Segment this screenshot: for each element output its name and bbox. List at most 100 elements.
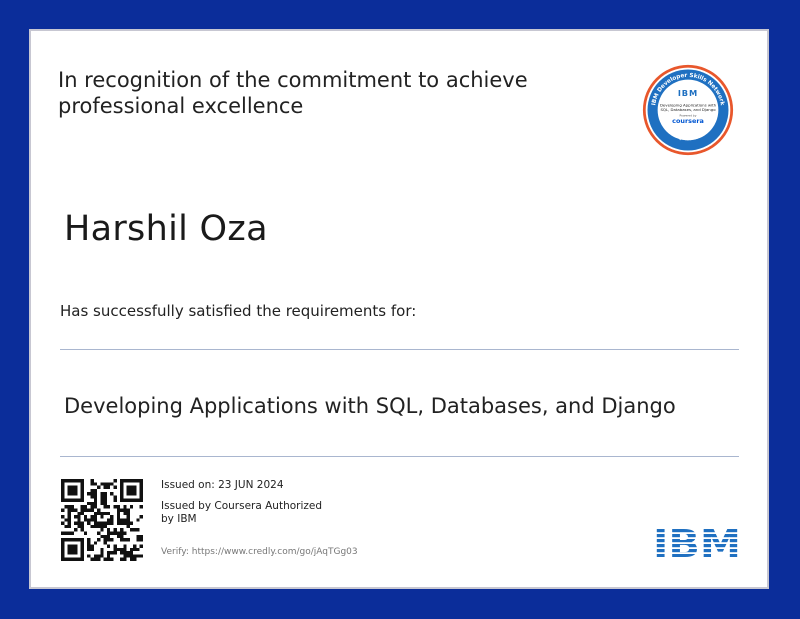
qr-module <box>93 541 98 545</box>
qr-module <box>100 501 104 506</box>
qr-module <box>93 524 98 529</box>
qr-module <box>77 498 81 502</box>
qr-module <box>67 544 71 548</box>
ibm-logo-text: IBM <box>653 524 741 560</box>
qr-module <box>93 482 98 486</box>
qr-module <box>74 547 78 552</box>
qr-module <box>136 534 140 539</box>
qr-module <box>136 498 140 502</box>
qr-module <box>90 482 94 486</box>
qr-module <box>90 501 94 506</box>
qr-module <box>116 518 121 522</box>
qr-module <box>129 554 134 558</box>
qr-module <box>100 551 104 555</box>
qr-module <box>123 518 127 522</box>
qr-code[interactable] <box>61 479 143 561</box>
qr-module <box>100 495 104 499</box>
qr-module <box>70 479 75 483</box>
qr-module <box>120 547 124 552</box>
qr-module <box>113 551 117 555</box>
qr-module <box>120 488 124 493</box>
qr-module <box>103 492 107 496</box>
qr-module <box>106 538 111 542</box>
qr-module <box>100 547 104 552</box>
qr-module <box>103 501 107 506</box>
qr-module <box>83 508 88 512</box>
qr-module <box>80 524 84 529</box>
qr-module <box>74 515 78 519</box>
qr-module <box>90 544 94 548</box>
qr-module <box>106 521 111 525</box>
qr-module <box>80 528 84 532</box>
qr-module <box>126 485 130 489</box>
qr-module <box>103 505 107 509</box>
qr-module <box>139 498 143 502</box>
qr-module <box>106 482 111 486</box>
qr-module <box>120 557 124 561</box>
qr-module <box>93 554 98 558</box>
qr-module <box>70 538 75 542</box>
qr-module <box>97 557 101 561</box>
qr-module <box>103 534 107 539</box>
qr-module <box>116 531 121 535</box>
qr-module <box>87 541 91 545</box>
qr-module <box>90 524 94 529</box>
qr-module <box>120 495 124 499</box>
qr-module <box>87 554 91 558</box>
qr-module <box>87 518 91 522</box>
verify-link[interactable]: Verify: https://www.credly.com/go/jAqTGg… <box>161 547 358 557</box>
qr-module <box>116 508 121 512</box>
qr-module <box>110 551 114 555</box>
qr-module <box>136 547 140 552</box>
qr-module <box>97 511 101 516</box>
qr-module <box>113 495 117 499</box>
certificate-heading: In recognition of the commitment to achi… <box>58 68 528 118</box>
qr-module <box>139 492 143 496</box>
qr-module <box>120 498 124 502</box>
qr-module <box>87 544 91 548</box>
qr-module <box>139 554 143 558</box>
qr-module <box>120 551 124 555</box>
qr-module <box>67 498 71 502</box>
qr-module <box>110 518 114 522</box>
qr-module <box>80 485 84 489</box>
qr-module <box>139 505 143 509</box>
qr-module <box>136 538 140 542</box>
qr-module <box>67 538 71 542</box>
qr-module <box>110 557 114 561</box>
qr-module <box>67 488 71 493</box>
qr-module <box>110 521 114 525</box>
qr-module <box>123 554 127 558</box>
qr-module <box>123 531 127 535</box>
qr-module <box>67 485 71 489</box>
qr-module <box>61 492 65 496</box>
qr-module <box>70 557 75 561</box>
qr-module <box>64 518 68 522</box>
course-title: Developing Applications with SQL, Databa… <box>64 394 676 418</box>
qr-module <box>123 521 127 525</box>
qr-module <box>129 488 134 493</box>
qr-module <box>77 479 81 483</box>
qr-module <box>93 505 98 509</box>
qr-module <box>61 515 65 519</box>
qr-module <box>126 511 130 516</box>
qr-module <box>129 521 134 525</box>
qr-module <box>103 538 107 542</box>
qr-module <box>106 551 111 555</box>
ibm-skills-network-badge: IBM Developer Skills Network IBM Digital… <box>642 64 734 156</box>
qr-module <box>70 492 75 496</box>
qr-module <box>70 544 75 548</box>
qr-module <box>74 479 78 483</box>
qr-module <box>61 551 65 555</box>
qr-module <box>80 557 84 561</box>
qr-module <box>83 518 88 522</box>
qr-module <box>74 538 78 542</box>
qr-module <box>133 544 137 548</box>
qr-module <box>97 524 101 529</box>
qr-module <box>70 531 75 535</box>
qr-module <box>90 557 94 561</box>
qr-module <box>103 557 107 561</box>
qr-module <box>129 547 134 552</box>
qr-module <box>110 531 114 535</box>
requirements-statement: Has successfully satisfied the requireme… <box>60 302 417 320</box>
